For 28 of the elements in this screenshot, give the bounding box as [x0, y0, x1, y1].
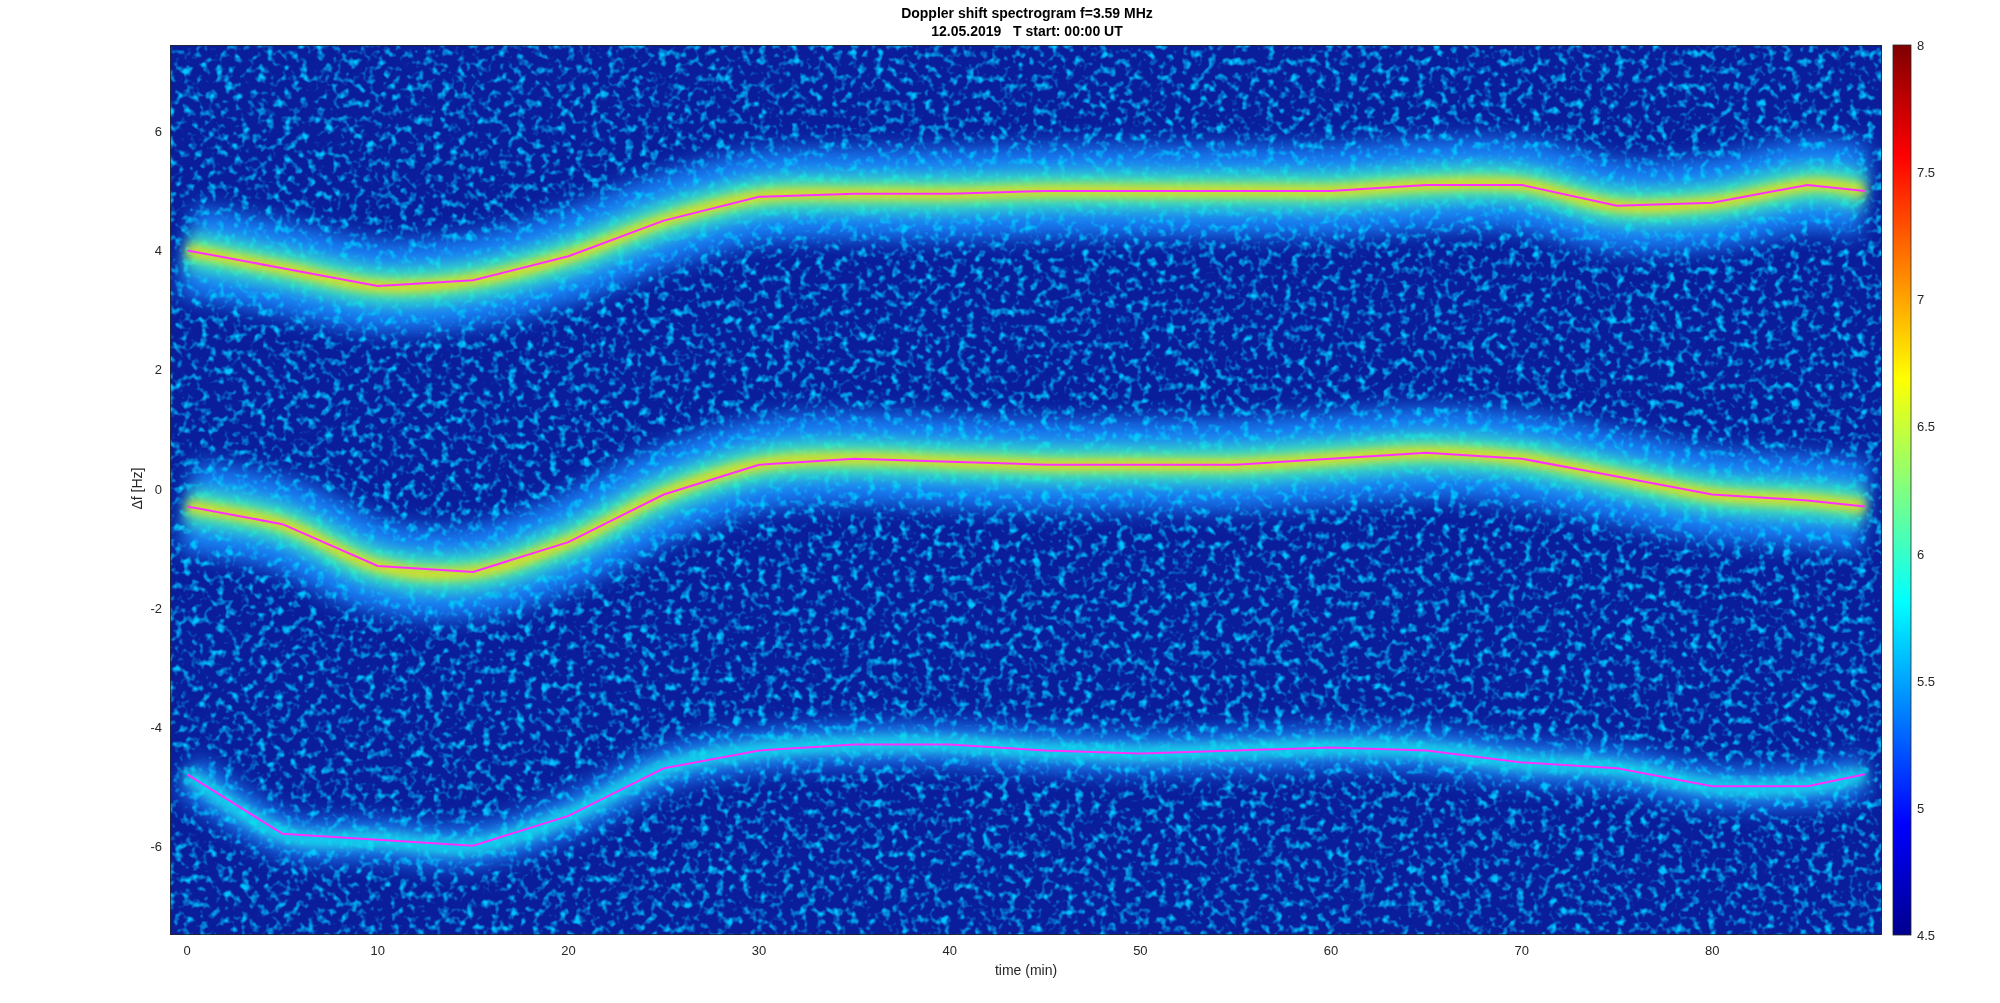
colorbar-tick-label: 7.5	[1917, 165, 1936, 181]
y-tick-label: -6	[150, 838, 162, 854]
colorbar-tick-label: 8	[1917, 38, 1925, 53]
x-tick-label: 20	[561, 943, 576, 958]
x-tick-label: 50	[1133, 943, 1148, 958]
y-axis-label: Δf [Hz]	[129, 467, 145, 510]
y-tick-label: 6	[154, 124, 162, 140]
y-tick-label: -4	[150, 719, 162, 735]
colorbar-tick-label: 7	[1917, 292, 1925, 308]
colorbar-tick-label: 6	[1917, 546, 1925, 562]
y-tick-label: -2	[150, 600, 162, 616]
x-tick-label: 80	[1705, 943, 1720, 958]
y-tick-label: 4	[154, 243, 162, 259]
x-tick-label: 40	[942, 943, 957, 958]
x-tick-label: 60	[1323, 943, 1339, 958]
plot-title: 12.05.2019 T start: 00:00 UT	[931, 23, 1123, 39]
colorbar-tick-label: 5	[1917, 800, 1925, 816]
x-tick-label: 10	[370, 943, 386, 958]
colorbar-tick-label: 5.5	[1917, 673, 1936, 689]
x-tick-label: 30	[751, 943, 767, 958]
x-tick-label: 70	[1514, 943, 1529, 958]
colorbar-tick-label: 4.5	[1917, 928, 1936, 943]
plot-title: Doppler shift spectrogram f=3.59 MHz	[901, 5, 1153, 21]
x-tick-label: 0	[183, 943, 191, 958]
colorbar-tick-label: 6.5	[1917, 419, 1936, 435]
y-tick-label: 0	[154, 481, 162, 497]
x-axis-label: time (min)	[994, 962, 1058, 978]
y-tick-label: 2	[154, 362, 162, 378]
